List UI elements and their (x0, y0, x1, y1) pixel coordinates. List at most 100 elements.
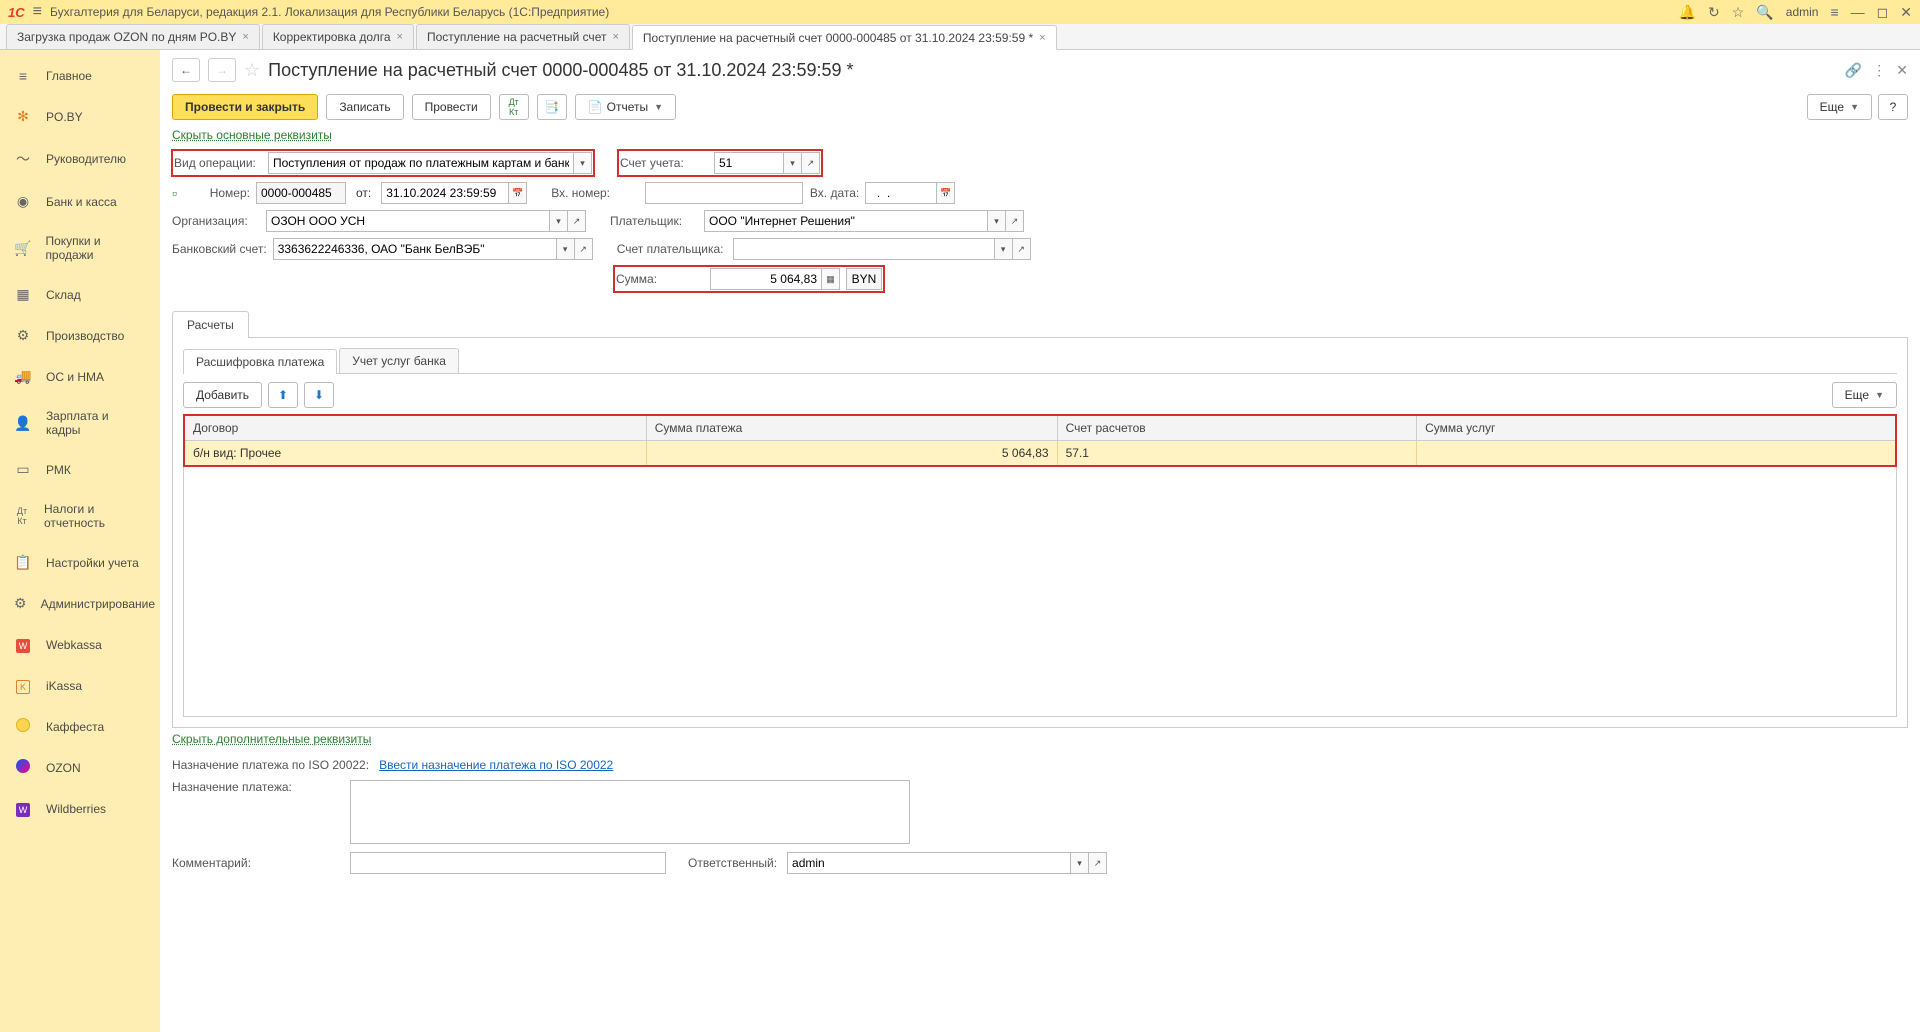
sidebar-item-ikassa[interactable]: KiKassa (0, 665, 160, 706)
move-down-button[interactable]: ⬇ (304, 382, 334, 408)
calendar-icon[interactable]: 📅 (509, 182, 527, 204)
add-button[interactable]: Добавить (183, 382, 262, 408)
subtab-bank-services[interactable]: Учет услуг банка (339, 348, 459, 373)
sidebar-item-poby[interactable]: ✻PO.BY (0, 96, 160, 137)
back-button[interactable]: ← (172, 58, 200, 82)
link-icon[interactable]: 🔗 (1845, 62, 1862, 79)
close-icon[interactable]: ✕ (1900, 4, 1912, 21)
reports-button[interactable]: 📄 Отчеты▼ (575, 94, 676, 120)
col-amount[interactable]: Сумма платежа (646, 415, 1057, 441)
user-name[interactable]: admin (1786, 5, 1819, 19)
tab-bank-receipt[interactable]: Поступление на расчетный счет× (416, 24, 630, 49)
dropdown-icon[interactable]: ▾ (784, 152, 802, 174)
close-icon[interactable]: × (397, 31, 403, 43)
dropdown-icon[interactable]: ▾ (574, 152, 592, 174)
sum-input[interactable] (710, 268, 822, 290)
move-up-button[interactable]: ⬆ (268, 382, 298, 408)
subtab-payment-breakdown[interactable]: Расшифровка платежа (183, 349, 337, 374)
close-icon[interactable]: ✕ (1896, 62, 1908, 79)
ext-date-input[interactable] (865, 182, 937, 204)
open-icon[interactable]: ↗ (575, 238, 593, 260)
sidebar-item-manager[interactable]: 〜Руководителю (0, 137, 160, 181)
structure-button[interactable]: 📑 (537, 94, 567, 120)
operation-type-input[interactable] (268, 152, 574, 174)
star-icon[interactable]: ☆ (1732, 4, 1745, 21)
minimize-icon[interactable]: — (1851, 4, 1865, 20)
cell-service-sum[interactable] (1417, 441, 1896, 467)
more-button[interactable]: Еще▼ (1807, 94, 1872, 120)
sidebar-item-settings[interactable]: 📋Настройки учета (0, 542, 160, 583)
post-and-close-button[interactable]: Провести и закрыть (172, 94, 318, 120)
open-icon[interactable]: ↗ (568, 210, 586, 232)
number-input[interactable] (256, 182, 346, 204)
sidebar-item-production[interactable]: ⚙Производство (0, 315, 160, 356)
open-icon[interactable]: ↗ (1006, 210, 1024, 232)
search-icon[interactable]: 🔍 (1756, 4, 1773, 21)
sidebar-item-ozon[interactable]: OZON (0, 747, 160, 788)
write-button[interactable]: Записать (326, 94, 403, 120)
account-input[interactable] (714, 152, 784, 174)
history-icon[interactable]: ↻ (1708, 4, 1720, 21)
payer-input[interactable] (704, 210, 988, 232)
help-button[interactable]: ? (1878, 94, 1908, 120)
sidebar-item-warehouse[interactable]: ▦Склад (0, 274, 160, 315)
settings-icon[interactable]: ≡ (1830, 4, 1838, 20)
calculator-icon[interactable]: ▦ (822, 268, 840, 290)
close-icon[interactable]: × (612, 31, 618, 43)
menu-icon[interactable]: ≡ (33, 3, 42, 21)
tab-debt-correction[interactable]: Корректировка долга× (262, 24, 414, 49)
tab-ozon-load[interactable]: Загрузка продаж OZON по дням PO.BY× (6, 24, 260, 49)
dropdown-icon[interactable]: ▾ (1071, 852, 1089, 874)
table-more-button[interactable]: Еще▼ (1832, 382, 1897, 408)
org-input[interactable] (266, 210, 550, 232)
close-icon[interactable]: × (242, 31, 248, 43)
hide-main-requisites-link[interactable]: Скрыть основные реквизиты (160, 124, 1920, 146)
sidebar-item-admin[interactable]: ⚙Администрирование (0, 583, 160, 624)
col-service-sum[interactable]: Сумма услуг (1417, 415, 1896, 441)
sidebar-item-wildberries[interactable]: WWildberries (0, 788, 160, 829)
open-icon[interactable]: ↗ (1013, 238, 1031, 260)
bell-icon[interactable]: 🔔 (1679, 4, 1696, 21)
maximize-icon[interactable]: ◻ (1877, 4, 1889, 21)
sidebar-item-label: Главное (46, 69, 92, 83)
dropdown-icon[interactable]: ▾ (995, 238, 1013, 260)
ext-number-input[interactable] (645, 182, 803, 204)
sidebar-item-kaffesta[interactable]: Каффеста (0, 706, 160, 747)
sidebar-item-main[interactable]: ≡Главное (0, 56, 160, 96)
bank-input[interactable] (273, 238, 557, 260)
sidebar-item-salary[interactable]: 👤Зарплата и кадры (0, 397, 160, 449)
close-icon[interactable]: × (1039, 32, 1045, 44)
hide-additional-requisites-link[interactable]: Скрыть дополнительные реквизиты (160, 728, 1920, 750)
responsible-input[interactable] (787, 852, 1071, 874)
cell-account[interactable]: 57.1 (1057, 441, 1417, 467)
date-input[interactable] (381, 182, 509, 204)
payer-account-input[interactable] (733, 238, 995, 260)
cell-amount[interactable]: 5 064,83 (646, 441, 1057, 467)
sidebar-item-webkassa[interactable]: WWebkassa (0, 624, 160, 665)
purpose-textarea[interactable] (350, 780, 910, 844)
open-icon[interactable]: ↗ (1089, 852, 1107, 874)
post-button[interactable]: Провести (412, 94, 491, 120)
dropdown-icon[interactable]: ▾ (550, 210, 568, 232)
cell-contract[interactable]: б/н вид: Прочее (184, 441, 646, 467)
sidebar-item-sales[interactable]: 🛒Покупки и продажи (0, 222, 160, 274)
enter-purpose-link[interactable]: Ввести назначение платежа по ISO 20022 (379, 758, 613, 772)
col-contract[interactable]: Договор (184, 415, 646, 441)
dropdown-icon[interactable]: ▾ (557, 238, 575, 260)
tab-bank-receipt-doc[interactable]: Поступление на расчетный счет 0000-00048… (632, 25, 1057, 50)
open-icon[interactable]: ↗ (802, 152, 820, 174)
dropdown-icon[interactable]: ▾ (988, 210, 1006, 232)
table-row[interactable]: б/н вид: Прочее 5 064,83 57.1 (184, 441, 1896, 467)
forward-button[interactable]: → (208, 58, 236, 82)
tab-calculations[interactable]: Расчеты (172, 311, 249, 338)
sidebar-item-bank[interactable]: ◉Банк и касса (0, 181, 160, 222)
sidebar-item-taxes[interactable]: ДтКтНалоги и отчетность (0, 490, 160, 542)
sidebar-item-rmk[interactable]: ▭РМК (0, 449, 160, 490)
calendar-icon[interactable]: 📅 (937, 182, 955, 204)
sidebar-item-assets[interactable]: 🚚ОС и НМА (0, 356, 160, 397)
favorite-icon[interactable]: ☆ (244, 60, 260, 81)
col-account[interactable]: Счет расчетов (1057, 415, 1417, 441)
more-icon[interactable]: ⋮ (1872, 62, 1886, 79)
dt-kt-button[interactable]: ДтКт (499, 94, 529, 120)
comment-input[interactable] (350, 852, 666, 874)
